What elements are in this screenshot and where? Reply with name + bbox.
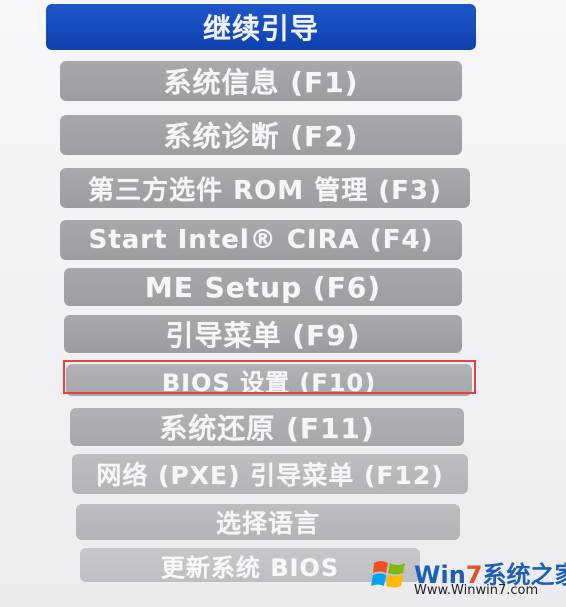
- menu-item-boot-menu[interactable]: 引导菜单 (F9): [64, 315, 462, 353]
- menu-item-continue-boot[interactable]: 继续引导: [46, 4, 476, 50]
- menu-item-start-intel-cira[interactable]: Start Intel® CIRA (F4): [60, 220, 462, 260]
- bios-startup-menu-screen: 继续引导 系统信息 (F1) 系统诊断 (F2) 第三方选件 ROM 管理 (F…: [0, 0, 566, 607]
- menu-item-network-boot[interactable]: 网络 (PXE) 引导菜单 (F12): [72, 454, 468, 494]
- watermark: Win7系统之家 Www.Winwin7.com: [370, 553, 566, 603]
- menu-item-label: 更新系统 BIOS: [160, 553, 340, 582]
- menu-item-label: 系统诊断 (F2): [163, 120, 359, 153]
- menu-item-label: BIOS 设置 (F10): [161, 368, 377, 397]
- menu-item-system-diagnostics[interactable]: 系统诊断 (F2): [60, 115, 462, 155]
- menu-item-label: 引导菜单 (F9): [165, 319, 361, 352]
- menu-item-label: 继续引导: [202, 12, 319, 45]
- menu-item-label: 系统还原 (F11): [159, 412, 375, 445]
- menu-item-label: 系统信息 (F1): [163, 66, 359, 99]
- menu-item-me-setup[interactable]: ME Setup (F6): [64, 268, 462, 306]
- menu-item-label: 网络 (PXE) 引导菜单 (F12): [96, 461, 444, 490]
- menu-item-bios-setup[interactable]: BIOS 设置 (F10): [66, 364, 472, 397]
- menu-item-label: Start Intel® CIRA (F4): [88, 225, 434, 255]
- menu-item-system-recovery[interactable]: 系统还原 (F11): [70, 408, 464, 446]
- watermark-url: Www.Winwin7.com: [414, 583, 539, 598]
- menu-item-option-rom-management[interactable]: 第三方选件 ROM 管理 (F3): [60, 168, 470, 208]
- menu-item-system-information[interactable]: 系统信息 (F1): [60, 61, 462, 101]
- menu-item-label: ME Setup (F6): [144, 270, 382, 304]
- menu-item-update-system-bios[interactable]: 更新系统 BIOS: [80, 548, 420, 582]
- menu-item-label: 选择语言: [215, 509, 320, 538]
- menu-item-choose-language[interactable]: 选择语言: [76, 504, 460, 540]
- windows-logo-icon: [371, 561, 405, 588]
- menu-item-label: 第三方选件 ROM 管理 (F3): [88, 175, 442, 206]
